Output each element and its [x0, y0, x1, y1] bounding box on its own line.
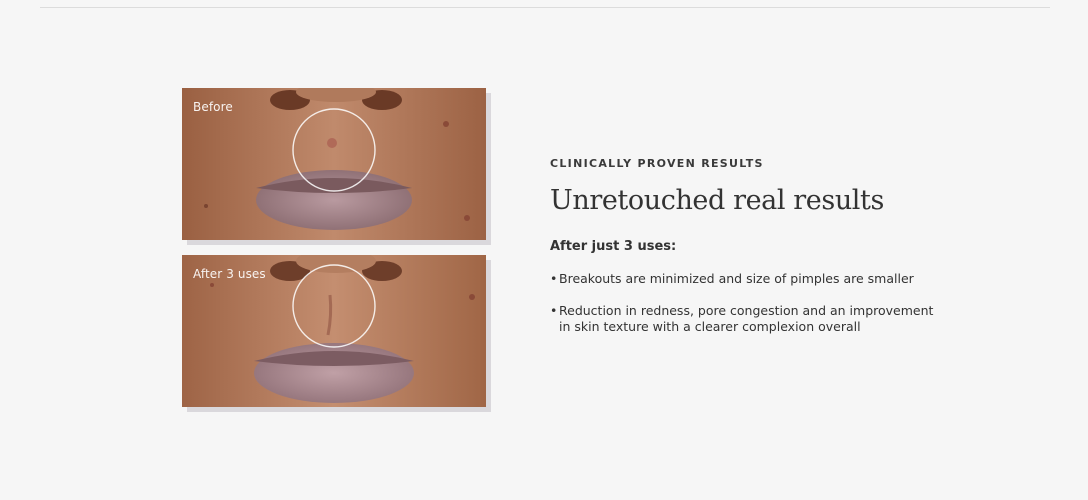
- after-label: After 3 uses: [193, 267, 266, 281]
- before-label: Before: [193, 100, 233, 114]
- list-item: • Reduction in redness, pore congestion …: [550, 303, 939, 335]
- list-item: • Breakouts are minimized and size of pi…: [550, 271, 939, 287]
- results-subhead: After just 3 uses:: [550, 239, 677, 255]
- bullet-marker: •: [550, 303, 558, 319]
- results-bullet-list: • Breakouts are minimized and size of pi…: [550, 271, 950, 335]
- section-eyebrow: CLINICALLY PROVEN RESULTS: [550, 157, 764, 170]
- results-text-panel: CLINICALLY PROVEN RESULTS Unretouched re…: [550, 150, 950, 351]
- bullet-text: Reduction in redness, pore congestion an…: [559, 303, 934, 335]
- after-photo: After 3 uses: [182, 255, 486, 407]
- before-photo: Before: [182, 88, 486, 240]
- bullet-text: Breakouts are minimized and size of pimp…: [559, 271, 914, 287]
- top-divider: [40, 7, 1050, 8]
- bullet-marker: •: [550, 271, 558, 287]
- section-headline: Unretouched real results: [550, 185, 884, 216]
